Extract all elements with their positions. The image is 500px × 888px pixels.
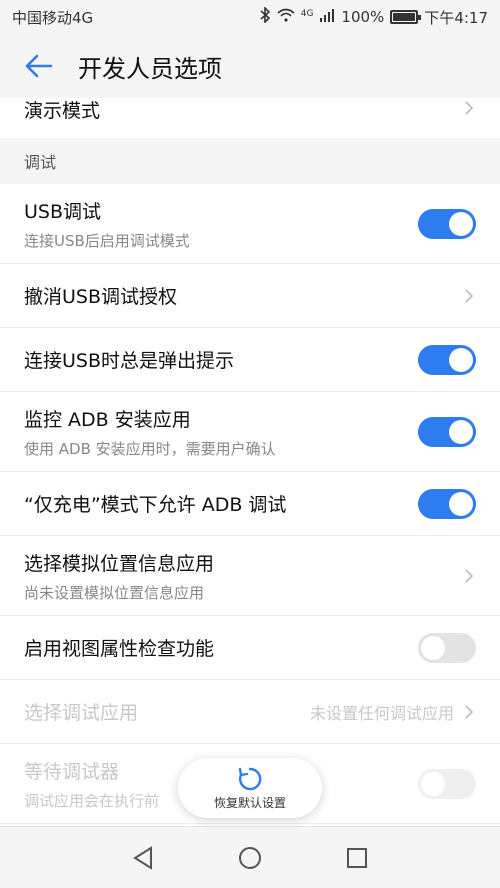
list-item-title: “仅充电”模式下允许 ADB 调试 — [24, 494, 287, 516]
page-title: 开发人员选项 — [78, 54, 222, 83]
nav-back-icon[interactable] — [129, 844, 157, 872]
chevron-right-icon — [462, 98, 476, 118]
toggle-switch[interactable] — [418, 344, 476, 375]
nav-home-icon[interactable] — [236, 844, 264, 872]
list-item-title: 监控 ADB 安装应用 — [24, 408, 191, 431]
list-item[interactable]: 监控 ADB 安装应用使用 ADB 安装应用时，需要用户确认 — [0, 392, 500, 472]
system-nav-bar — [0, 826, 500, 888]
list-item-title: USB调试 — [24, 200, 102, 223]
nav-recents-icon[interactable] — [343, 844, 371, 872]
battery-fill — [393, 13, 416, 21]
list-item[interactable]: 启用视图属性检查功能 — [0, 616, 500, 680]
list-item-title: 等待调试器 — [24, 760, 120, 783]
list-item-title: 连接USB时总是弹出提示 — [24, 350, 235, 372]
list-item-title: 选择调试应用 — [24, 702, 139, 724]
list-item-subtitle: 尚未设置模拟位置信息应用 — [24, 583, 205, 602]
list-item-title: 演示模式 — [24, 100, 101, 122]
restore-defaults-button[interactable]: 恢复默认设置 — [178, 758, 322, 818]
toggle-knob — [449, 491, 473, 516]
chevron-right-icon — [462, 702, 476, 722]
toggle-knob — [421, 771, 445, 796]
list-item-title: 撤消USB调试授权 — [24, 286, 178, 308]
list-item-subtitle: 连接USB后启用调试模式 — [24, 231, 190, 250]
list-item-texts: 监控 ADB 安装应用使用 ADB 安装应用时，需要用户确认 — [24, 405, 276, 459]
list-item-texts: “仅充电”模式下允许 ADB 调试 — [24, 490, 286, 517]
list-item-title: 启用视图属性检查功能 — [24, 638, 215, 660]
back-arrow-icon[interactable] — [22, 49, 56, 83]
toggle-switch[interactable] — [418, 208, 476, 239]
list-item-texts: 选择调试应用 — [24, 698, 138, 725]
toggle-knob — [449, 211, 473, 236]
clock: 下午4:17 — [424, 8, 488, 27]
toggle-switch — [418, 768, 476, 799]
list-item[interactable]: USB调试连接USB后启用调试模式 — [0, 184, 500, 264]
list-item: 选择调试应用 未设置任何调试应用 — [0, 680, 500, 744]
settings-list: 演示模式 调试 USB调试连接USB后启用调试模式 撤消USB调试授权连接USB时… — [0, 98, 500, 824]
network-type-label: 4G — [300, 8, 314, 19]
list-item[interactable]: 撤消USB调试授权 — [0, 264, 500, 328]
bluetooth-icon — [259, 6, 271, 27]
toggle-switch[interactable] — [418, 488, 476, 519]
list-item-value: 未设置任何调试应用 — [309, 703, 454, 723]
status-bar: 中国移动4G 4G 100% 下午4:17 — [0, 0, 500, 34]
toggle-switch[interactable] — [418, 416, 476, 447]
restore-icon — [237, 766, 263, 792]
toggle-knob — [449, 347, 473, 372]
list-item[interactable]: 选择模拟位置信息应用尚未设置模拟位置信息应用 — [0, 536, 500, 616]
list-item-texts: 等待调试器调试应用会在执行前 — [24, 757, 159, 811]
list-item-demo-mode[interactable]: 演示模式 — [0, 98, 500, 138]
list-item-title: 选择模拟位置信息应用 — [24, 552, 215, 575]
signal-icon — [319, 8, 335, 26]
app-bar: 开发人员选项 — [0, 34, 500, 98]
list-item[interactable]: “仅充电”模式下允许 ADB 调试 — [0, 472, 500, 536]
wifi-icon — [277, 8, 295, 26]
list-item-trailing: 未设置任何调试应用 — [310, 700, 476, 724]
list-item-subtitle: 使用 ADB 安装应用时，需要用户确认 — [24, 439, 276, 458]
chevron-right-icon — [462, 566, 476, 586]
list-item[interactable]: 连接USB时总是弹出提示 — [0, 328, 500, 392]
list-item-trailing — [462, 286, 476, 306]
list-item-texts: 启用视图属性检查功能 — [24, 634, 214, 661]
chevron-right-icon — [462, 286, 476, 306]
list-item-texts: USB调试连接USB后启用调试模式 — [24, 197, 190, 251]
toggle-knob — [421, 635, 445, 660]
toggle-knob — [449, 419, 473, 444]
toggle-switch[interactable] — [418, 632, 476, 663]
list-item-texts: 撤消USB调试授权 — [24, 282, 177, 309]
list-item-texts: 连接USB时总是弹出提示 — [24, 346, 234, 373]
battery-icon — [390, 10, 422, 24]
debug-items: USB调试 连接USB后启用调试模式 撤消USB调试授权 连接USB时总是弹出提示 监控… — [0, 184, 500, 824]
list-item-subtitle: 调试应用会在执行前 — [24, 791, 160, 810]
list-item-trailing — [462, 566, 476, 586]
status-icons: 4G 100% 下午4:17 — [259, 6, 488, 28]
restore-defaults-label: 恢复默认设置 — [213, 795, 286, 810]
section-header-debug: 调试 — [0, 138, 500, 184]
battery-percentage: 100% — [341, 8, 385, 26]
list-item-texts: 选择模拟位置信息应用尚未设置模拟位置信息应用 — [24, 549, 214, 603]
carrier-label: 中国移动4G — [12, 8, 94, 27]
